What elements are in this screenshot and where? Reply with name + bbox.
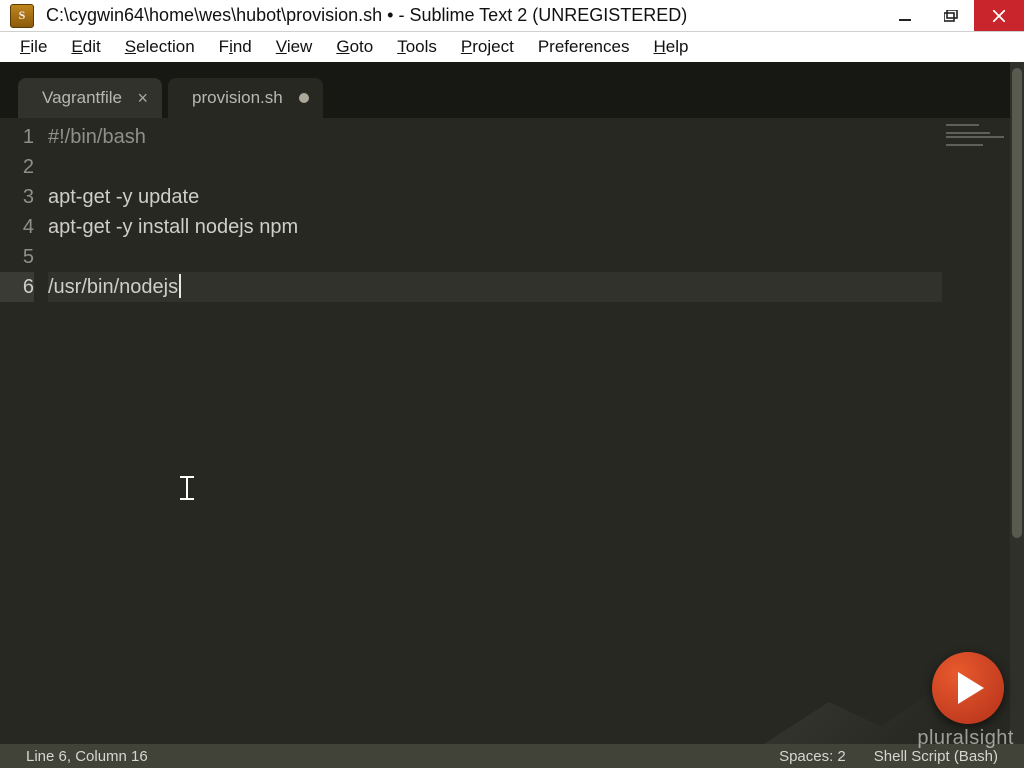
app-icon: S: [10, 4, 34, 28]
line-number: 5: [0, 242, 34, 272]
menubar: File Edit Selection Find View Goto Tools…: [0, 32, 1024, 62]
code-line: [48, 152, 942, 182]
vertical-scrollbar[interactable]: [1010, 62, 1024, 744]
window-title: C:\cygwin64\home\wes\hubot\provision.sh …: [42, 5, 882, 26]
dirty-indicator-icon: [299, 93, 309, 103]
menu-preferences[interactable]: Preferences: [528, 34, 640, 60]
tab-provision-sh[interactable]: provision.sh: [168, 78, 323, 118]
maximize-button[interactable]: [928, 0, 974, 31]
menu-selection[interactable]: Selection: [115, 34, 205, 60]
window-titlebar: S C:\cygwin64\home\wes\hubot\provision.s…: [0, 0, 1024, 32]
line-number: 3: [0, 182, 34, 212]
text-cursor: [179, 274, 181, 298]
play-button[interactable]: [932, 652, 1004, 724]
line-number: 2: [0, 152, 34, 182]
tab-label: Vagrantfile: [42, 88, 122, 108]
code-area: 1 2 3 4 5 6 #!/bin/bash apt-get -y updat…: [0, 118, 1024, 744]
code-line: /usr/bin/nodejs: [48, 276, 178, 298]
code-line: [48, 242, 942, 272]
tab-bar: Vagrantfile × provision.sh: [0, 62, 1024, 118]
editor: Vagrantfile × provision.sh 1 2 3 4 5 6 #…: [0, 62, 1024, 744]
menu-help[interactable]: Help: [643, 34, 698, 60]
tab-vagrantfile[interactable]: Vagrantfile ×: [18, 78, 162, 118]
tab-label: provision.sh: [192, 88, 283, 108]
menu-find[interactable]: Find: [209, 34, 262, 60]
scrollbar-thumb[interactable]: [1012, 68, 1022, 538]
close-button[interactable]: [974, 0, 1024, 31]
menu-view[interactable]: View: [266, 34, 323, 60]
statusbar: Line 6, Column 16 Spaces: 2 Shell Script…: [0, 744, 1024, 768]
menu-file[interactable]: File: [10, 34, 57, 60]
code-line: apt-get -y update: [48, 182, 942, 212]
play-icon: [958, 672, 984, 704]
code-line: #!/bin/bash: [48, 126, 146, 148]
line-number-gutter: 1 2 3 4 5 6: [0, 118, 48, 744]
menu-edit[interactable]: Edit: [61, 34, 110, 60]
menu-tools[interactable]: Tools: [387, 34, 447, 60]
window-controls: [882, 0, 1024, 31]
code-line: apt-get -y install nodejs npm: [48, 212, 942, 242]
line-number: 6: [0, 272, 34, 302]
line-number: 4: [0, 212, 34, 242]
code-text[interactable]: #!/bin/bash apt-get -y update apt-get -y…: [48, 118, 942, 744]
menu-project[interactable]: Project: [451, 34, 524, 60]
menu-goto[interactable]: Goto: [326, 34, 383, 60]
status-line-col[interactable]: Line 6, Column 16: [12, 748, 162, 765]
status-spaces[interactable]: Spaces: 2: [765, 748, 860, 765]
status-syntax[interactable]: Shell Script (Bash): [860, 748, 1012, 765]
line-number: 1: [0, 122, 34, 152]
minimize-button[interactable]: [882, 0, 928, 31]
close-icon[interactable]: ×: [138, 88, 149, 109]
